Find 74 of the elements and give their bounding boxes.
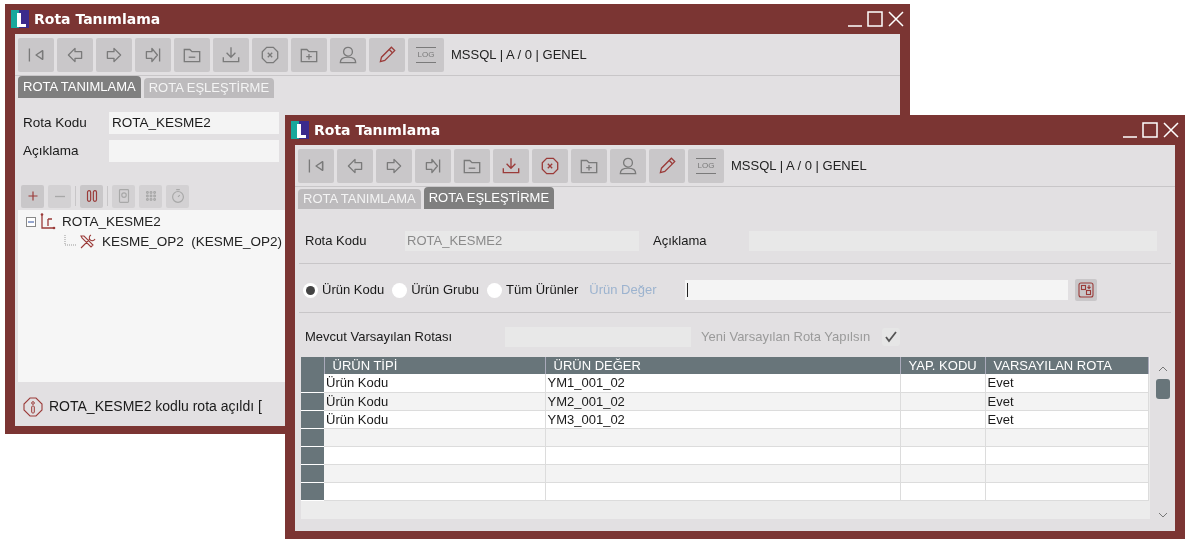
field-label: Mevcut Varsayılan Rotası bbox=[305, 328, 454, 347]
toolbar-button[interactable] bbox=[135, 37, 171, 72]
tree-tool-button[interactable] bbox=[80, 184, 103, 208]
tree-item[interactable]: KESME_OP2 (KESME_OP2) bbox=[102, 231, 283, 253]
toolbar-button[interactable] bbox=[252, 37, 288, 72]
scroll-down-icon[interactable] bbox=[1158, 511, 1168, 519]
scroll-up-icon[interactable] bbox=[1158, 365, 1168, 373]
maximize-icon[interactable] bbox=[1142, 122, 1158, 138]
toolbar-button[interactable] bbox=[174, 37, 210, 72]
table-cell: YM1_001_02 bbox=[545, 374, 900, 392]
toolbar-button[interactable] bbox=[96, 37, 132, 72]
table-cell: Ürün Kodu bbox=[324, 374, 545, 392]
table-cell: Evet bbox=[985, 410, 1148, 428]
toolbar-button[interactable] bbox=[330, 37, 366, 72]
toolbar-button[interactable] bbox=[454, 148, 490, 183]
info-icon bbox=[23, 396, 43, 417]
minus-icon bbox=[53, 194, 66, 198]
maximize-icon[interactable] bbox=[867, 11, 883, 27]
tab[interactable]: ROTA EŞLEŞTİRME bbox=[423, 187, 555, 209]
toolbar-button[interactable]: LOG bbox=[688, 148, 724, 183]
text-field[interactable]: ROTA_KESME2 bbox=[109, 112, 279, 134]
text-field[interactable] bbox=[685, 280, 1069, 300]
toolbar-button[interactable] bbox=[369, 37, 405, 72]
toolbar-button[interactable] bbox=[18, 37, 54, 72]
table-cell: Ürün Kodu bbox=[324, 410, 545, 428]
checkbox[interactable] bbox=[882, 328, 901, 346]
app-logo-icon bbox=[11, 10, 29, 28]
window-title: Rota Tanımlama bbox=[34, 9, 161, 29]
toolbar-button[interactable] bbox=[649, 148, 685, 183]
app-logo-icon bbox=[291, 121, 309, 139]
lookup-button[interactable] bbox=[1075, 279, 1098, 301]
log-label: LOG bbox=[415, 46, 437, 63]
table-cell: YM2_001_02 bbox=[545, 392, 900, 410]
scroll-thumb[interactable] bbox=[1156, 379, 1170, 399]
field-label: Rota Kodu bbox=[305, 232, 368, 251]
toolbar-button[interactable] bbox=[610, 148, 646, 183]
field-label: Açıklama bbox=[653, 232, 708, 251]
field-label: Rota Kodu bbox=[23, 113, 88, 132]
toolbar-button[interactable] bbox=[57, 37, 93, 72]
window-title: Rota Tanımlama bbox=[314, 120, 441, 140]
tree-item[interactable]: ROTA_KESME2 bbox=[62, 211, 161, 233]
radio-option[interactable]: Ürün Grubu bbox=[392, 280, 480, 300]
toolbar-button[interactable] bbox=[415, 148, 451, 183]
status-message: ROTA_KESME2 kodlu rota açıldı [ bbox=[49, 397, 262, 416]
connection-info: MSSQL | A / 0 | GENEL bbox=[731, 156, 867, 175]
radio-option[interactable]: Ürün Kodu bbox=[303, 280, 385, 300]
collapse-toggle-icon[interactable] bbox=[26, 217, 36, 227]
toolbar-button[interactable] bbox=[213, 37, 249, 72]
toolbar-button[interactable] bbox=[532, 148, 568, 183]
toolbar-button[interactable]: LOG bbox=[408, 37, 444, 72]
table-cell: Evet bbox=[985, 392, 1148, 410]
checkbox-label: Yeni Varsayılan Rota Yapılsın bbox=[701, 328, 871, 347]
field-label: Açıklama bbox=[23, 141, 80, 160]
close-icon[interactable] bbox=[1163, 122, 1179, 138]
toolbar-button[interactable] bbox=[291, 37, 327, 72]
table-cell: Evet bbox=[985, 374, 1148, 392]
toolbar-button[interactable] bbox=[571, 148, 607, 183]
tree-tool-button[interactable] bbox=[21, 184, 44, 208]
tab[interactable]: ROTA TANIMLAMA bbox=[18, 76, 141, 98]
route-icon bbox=[38, 213, 58, 231]
radio-option[interactable]: Tüm Ürünler bbox=[487, 280, 579, 300]
table-cell: YM3_001_02 bbox=[545, 410, 900, 428]
connection-info: MSSQL | A / 0 | GENEL bbox=[451, 45, 587, 64]
tools-icon bbox=[78, 233, 98, 251]
lookup-icon bbox=[1078, 282, 1095, 298]
close-icon[interactable] bbox=[888, 11, 904, 27]
table-cell: Ürün Kodu bbox=[324, 392, 545, 410]
toolbar-button[interactable] bbox=[493, 148, 529, 183]
toolbar-button[interactable] bbox=[337, 148, 373, 183]
toolbar-button[interactable] bbox=[298, 148, 334, 183]
log-label: LOG bbox=[695, 157, 717, 174]
toolbar-button[interactable] bbox=[376, 148, 412, 183]
field-label: Ürün Değer bbox=[589, 281, 658, 300]
tree-connector bbox=[64, 235, 76, 249]
